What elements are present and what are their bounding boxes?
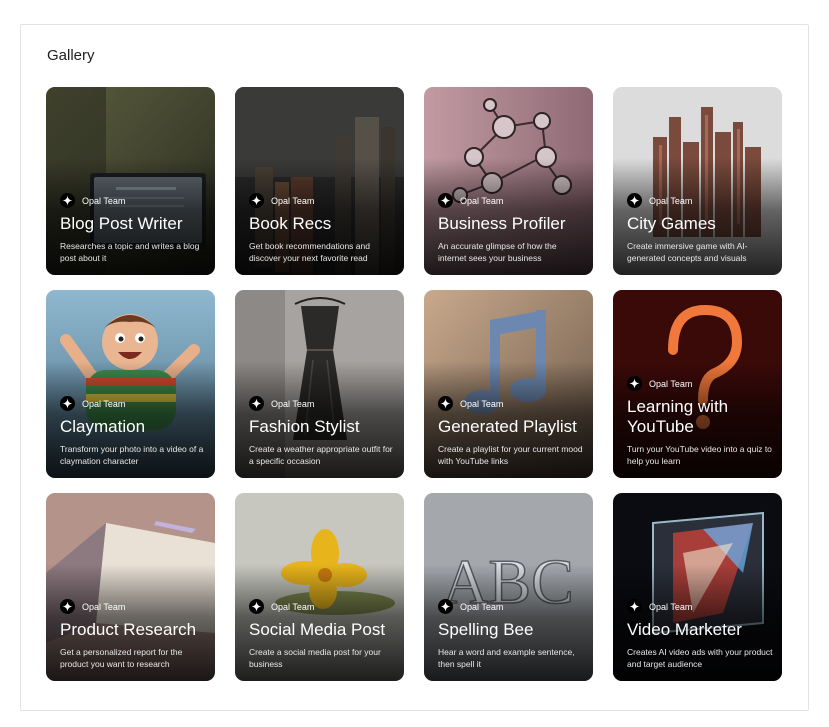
- team-badge: Opal Team: [438, 396, 585, 411]
- card-info: Opal Team Book Recs Get book recommendat…: [249, 193, 396, 264]
- gallery-panel: Gallery Opal Team Blog Post Writer Resea…: [20, 24, 809, 711]
- card-info: Opal Team City Games Create immersive ga…: [627, 193, 774, 264]
- card-title: Learning with YouTube: [627, 397, 729, 436]
- team-badge: Opal Team: [60, 193, 207, 208]
- gallery-card-claymation[interactable]: Opal Team Claymation Transform your phot…: [46, 290, 215, 478]
- team-label: Opal Team: [82, 398, 126, 409]
- gallery-card-spelling-bee[interactable]: ABC Opal Team Spelling Bee Hear a word a…: [424, 493, 593, 681]
- card-info: Opal Team Claymation Transform your phot…: [60, 396, 207, 467]
- card-title: Book Recs: [249, 214, 332, 233]
- card-info: Opal Team Business Profiler An accurate …: [438, 193, 585, 264]
- card-description: Create a playlist for your current mood …: [438, 444, 583, 466]
- team-label: Opal Team: [82, 601, 126, 612]
- gallery-card-fashion-stylist[interactable]: Opal Team Fashion Stylist Create a weath…: [235, 290, 404, 478]
- team-badge: Opal Team: [60, 599, 207, 614]
- team-badge: Opal Team: [627, 193, 774, 208]
- team-badge: Opal Team: [627, 376, 774, 391]
- card-info: Opal Team Product Research Get a persona…: [60, 599, 207, 670]
- card-description: Get book recommendations and discover yo…: [249, 241, 370, 263]
- team-badge: Opal Team: [249, 396, 396, 411]
- card-title: Generated Playlist: [438, 417, 577, 436]
- sparkle-icon: [438, 599, 453, 614]
- gallery-card-generated-playlist[interactable]: Opal Team Generated Playlist Create a pl…: [424, 290, 593, 478]
- team-label: Opal Team: [649, 601, 693, 612]
- card-description: An accurate glimpse of how the internet …: [438, 241, 557, 263]
- team-badge: Opal Team: [627, 599, 774, 614]
- card-title: Social Media Post: [249, 620, 386, 639]
- card-title: City Games: [627, 214, 716, 233]
- gallery-card-product-research[interactable]: Opal Team Product Research Get a persona…: [46, 493, 215, 681]
- card-title: Video Marketer: [627, 620, 742, 639]
- card-description: Create a social media post for your busi…: [249, 647, 381, 669]
- gallery-card-blog-post-writer[interactable]: Opal Team Blog Post Writer Researches a …: [46, 87, 215, 275]
- card-info: Opal Team Learning with YouTube Turn you…: [627, 376, 774, 467]
- sparkle-icon: [627, 193, 642, 208]
- gallery-card-social-media-post[interactable]: Opal Team Social Media Post Create a soc…: [235, 493, 404, 681]
- team-badge: Opal Team: [438, 599, 585, 614]
- card-title: Product Research: [60, 620, 197, 639]
- card-info: Opal Team Generated Playlist Create a pl…: [438, 396, 585, 467]
- card-info: Opal Team Blog Post Writer Researches a …: [60, 193, 207, 264]
- sparkle-icon: [627, 599, 642, 614]
- sparkle-icon: [438, 396, 453, 411]
- gallery-card-business-profiler[interactable]: Opal Team Business Profiler An accurate …: [424, 87, 593, 275]
- card-info: Opal Team Video Marketer Creates AI vide…: [627, 599, 774, 670]
- team-label: Opal Team: [649, 195, 693, 206]
- team-label: Opal Team: [82, 195, 126, 206]
- sparkle-icon: [60, 599, 75, 614]
- card-info: Opal Team Social Media Post Create a soc…: [249, 599, 396, 670]
- card-description: Get a personalized report for the produc…: [60, 647, 183, 669]
- gallery-title: Gallery: [47, 47, 95, 64]
- sparkle-icon: [627, 376, 642, 391]
- sparkle-icon: [438, 193, 453, 208]
- sparkle-icon: [249, 396, 264, 411]
- card-title: Spelling Bee: [438, 620, 534, 639]
- card-title: Fashion Stylist: [249, 417, 360, 436]
- team-label: Opal Team: [460, 601, 504, 612]
- team-label: Opal Team: [460, 195, 504, 206]
- card-description: Create a weather appropriate outfit for …: [249, 444, 393, 466]
- sparkle-icon: [249, 599, 264, 614]
- team-badge: Opal Team: [249, 193, 396, 208]
- team-label: Opal Team: [460, 398, 504, 409]
- card-description: Create immersive game with AI-generated …: [627, 241, 748, 263]
- sparkle-icon: [249, 193, 264, 208]
- gallery-card-video-marketer[interactable]: Opal Team Video Marketer Creates AI vide…: [613, 493, 782, 681]
- team-label: Opal Team: [271, 398, 315, 409]
- gallery-card-book-recs[interactable]: Opal Team Book Recs Get book recommendat…: [235, 87, 404, 275]
- sparkle-icon: [60, 396, 75, 411]
- team-label: Opal Team: [271, 601, 315, 612]
- gallery-card-learning-with-youtube[interactable]: Opal Team Learning with YouTube Turn you…: [613, 290, 782, 478]
- card-description: Transform your photo into a video of a c…: [60, 444, 204, 466]
- gallery-card-city-games[interactable]: Opal Team City Games Create immersive ga…: [613, 87, 782, 275]
- card-info: Opal Team Fashion Stylist Create a weath…: [249, 396, 396, 467]
- card-title: Blog Post Writer: [60, 214, 183, 233]
- sparkle-icon: [60, 193, 75, 208]
- card-info: Opal Team Spelling Bee Hear a word and e…: [438, 599, 585, 670]
- card-description: Turn your YouTube video into a quiz to h…: [627, 444, 772, 466]
- card-title: Claymation: [60, 417, 146, 436]
- team-label: Opal Team: [271, 195, 315, 206]
- team-label: Opal Team: [649, 378, 693, 389]
- card-description: Researches a topic and writes a blog pos…: [60, 241, 200, 263]
- card-description: Hear a word and example sentence, then s…: [438, 647, 575, 669]
- card-description: Creates AI video ads with your product a…: [627, 647, 773, 669]
- team-badge: Opal Team: [60, 396, 207, 411]
- team-badge: Opal Team: [438, 193, 585, 208]
- gallery-grid: Opal Team Blog Post Writer Researches a …: [46, 87, 782, 681]
- team-badge: Opal Team: [249, 599, 396, 614]
- card-title: Business Profiler: [438, 214, 566, 233]
